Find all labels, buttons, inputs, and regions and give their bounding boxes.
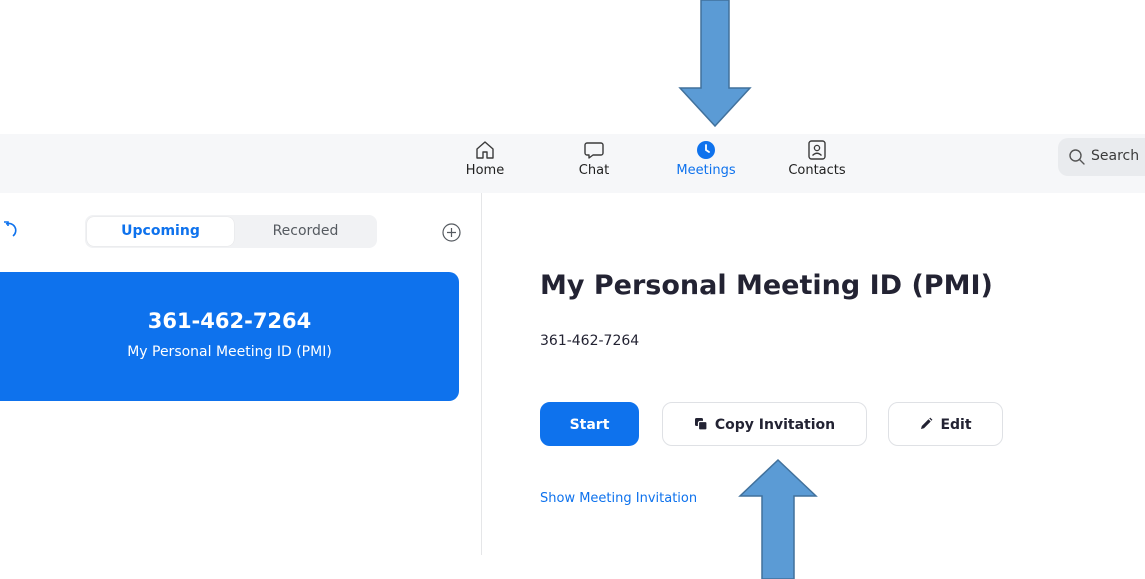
- nav-tab-home[interactable]: Home: [440, 134, 530, 193]
- nav-tab-chat[interactable]: Chat: [549, 134, 639, 193]
- chat-bubble-icon: [584, 142, 604, 159]
- contact-card-icon: [808, 140, 826, 160]
- panel-divider: [481, 193, 482, 555]
- tab-upcoming[interactable]: Upcoming: [87, 217, 234, 246]
- start-button[interactable]: Start: [540, 402, 639, 446]
- meeting-list-item-pmi[interactable]: 361-462-7264 My Personal Meeting ID (PMI…: [0, 272, 459, 401]
- page-title: My Personal Meeting ID (PMI): [540, 270, 993, 301]
- meeting-card-id: 361-462-7264: [147, 309, 312, 333]
- search-placeholder: Search: [1091, 148, 1140, 164]
- nav-tab-contacts-label: Contacts: [788, 163, 846, 178]
- search-icon: [1069, 149, 1085, 165]
- tab-recorded[interactable]: Recorded: [236, 217, 375, 246]
- show-meeting-invitation-link[interactable]: Show Meeting Invitation: [540, 491, 697, 506]
- top-nav-bar: Home Chat Meetings Contacts Search: [0, 134, 1145, 193]
- nav-tab-meetings-label: Meetings: [676, 163, 736, 178]
- pencil-icon: [921, 417, 933, 429]
- meeting-id-text: 361-462-7264: [540, 333, 640, 349]
- copy-invitation-button[interactable]: Copy Invitation: [662, 402, 867, 446]
- edit-button[interactable]: Edit: [888, 402, 1003, 446]
- add-meeting-button[interactable]: [442, 223, 461, 242]
- annotation-arrow-up-icon: [738, 458, 818, 579]
- home-icon: [476, 141, 494, 159]
- edit-label: Edit: [940, 417, 972, 433]
- refresh-icon[interactable]: [4, 220, 20, 238]
- meeting-list-tabs: Upcoming Recorded: [85, 215, 377, 248]
- nav-tab-home-label: Home: [465, 163, 505, 178]
- copy-invitation-label: Copy Invitation: [714, 417, 836, 433]
- nav-tab-chat-label: Chat: [578, 163, 610, 178]
- annotation-arrow-down-icon: [678, 0, 752, 128]
- meeting-card-name: My Personal Meeting ID (PMI): [127, 344, 332, 360]
- nav-tab-meetings[interactable]: Meetings: [661, 134, 751, 193]
- clock-icon: [697, 141, 715, 159]
- copy-icon: [694, 417, 708, 431]
- search-input[interactable]: Search: [1058, 138, 1145, 176]
- nav-tab-contacts[interactable]: Contacts: [772, 134, 862, 193]
